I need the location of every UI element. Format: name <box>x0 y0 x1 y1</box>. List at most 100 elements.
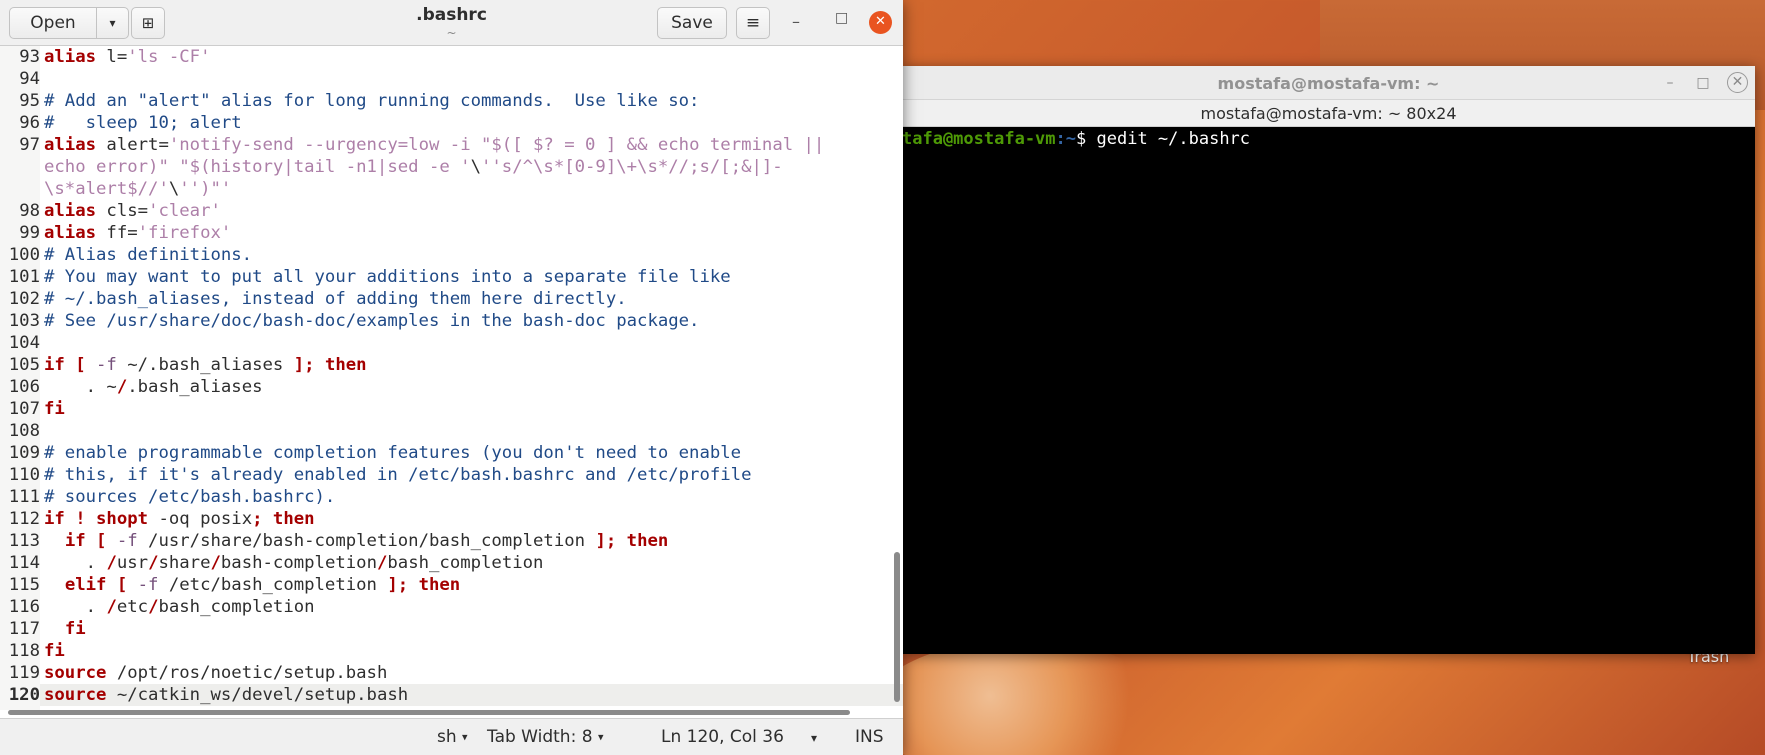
code-line[interactable]: 118 fi <box>0 640 903 662</box>
code-lines[interactable]: 93 alias l='ls -CF' 94 95 # Add an "alert" a… <box>0 46 903 706</box>
line-number: 94 <box>0 68 40 90</box>
line-code[interactable]: elif [ -f /etc/bash_completion ]; then <box>40 574 460 596</box>
line-code[interactable]: . ~/.bash_aliases <box>40 376 263 398</box>
code-line[interactable]: 104 <box>0 332 903 354</box>
gedit-headerbar[interactable]: Open ▾ ⊞ .bashrc ~ Save ≡ – □ ✕ <box>0 0 903 46</box>
line-number: 100 <box>0 244 40 266</box>
text-editor-area[interactable]: 93 alias l='ls -CF' 94 95 # Add an "alert" a… <box>0 46 903 710</box>
terminal-maximize-icon[interactable]: □ <box>1692 72 1714 94</box>
terminal-size-label: mostafa@mostafa-vm: ~ 80x24 <box>902 100 1755 127</box>
minimize-icon[interactable]: – <box>792 12 800 31</box>
code-line[interactable]: 112 if ! shopt -oq posix; then <box>0 508 903 530</box>
code-line[interactable]: 103 # See /usr/share/doc/bash-doc/example… <box>0 310 903 332</box>
language-selector[interactable]: sh ▾ <box>437 727 468 747</box>
line-number: 96 <box>0 112 40 134</box>
line-code[interactable]: # Add an "alert" alias for long running … <box>40 90 699 112</box>
chevron-down-icon: ▾ <box>597 730 604 744</box>
line-number: 118 <box>0 640 40 662</box>
line-code[interactable]: alias alert='notify-send --urgency=low -… <box>40 134 824 156</box>
tab-width-selector[interactable]: Tab Width: 8 ▾ <box>487 727 603 747</box>
save-button[interactable]: Save <box>657 7 727 39</box>
line-number: 101 <box>0 266 40 288</box>
code-line[interactable]: 94 <box>0 68 903 90</box>
line-code[interactable]: if [ -f /usr/share/bash-completion/bash_… <box>40 530 668 552</box>
code-line[interactable]: 98 alias cls='clear' <box>0 200 903 222</box>
line-code[interactable]: # ~/.bash_aliases, instead of adding the… <box>40 288 627 310</box>
code-line[interactable]: 96 # sleep 10; alert <box>0 112 903 134</box>
line-number: 103 <box>0 310 40 332</box>
line-code[interactable]: if ! shopt -oq posix; then <box>40 508 315 530</box>
code-line[interactable]: 117 fi <box>0 618 903 640</box>
line-number: 117 <box>0 618 40 640</box>
code-line[interactable]: 119 source /opt/ros/noetic/setup.bash <box>0 662 903 684</box>
line-code[interactable]: source ~/catkin_ws/devel/setup.bash <box>40 684 408 706</box>
terminal-output[interactable]: tafa@mostafa-vm:~$ gedit ~/.bashrc <box>902 127 1755 149</box>
code-line[interactable]: 99 alias ff='firefox' <box>0 222 903 244</box>
code-line[interactable]: 108 <box>0 420 903 442</box>
code-line[interactable]: 109 # enable programmable completion feat… <box>0 442 903 464</box>
line-number: 105 <box>0 354 40 376</box>
horizontal-scrollbar[interactable] <box>8 710 850 715</box>
code-line[interactable]: 105 if [ -f ~/.bash_aliases ]; then <box>0 354 903 376</box>
line-code[interactable]: alias ff='firefox' <box>40 222 231 244</box>
code-line[interactable]: 111 # sources /etc/bash.bashrc). <box>0 486 903 508</box>
terminal-close-icon[interactable]: ✕ <box>1727 72 1748 93</box>
line-code[interactable]: fi <box>40 618 86 640</box>
line-code[interactable]: alias cls='clear' <box>40 200 221 222</box>
code-line[interactable]: 106 . ~/.bash_aliases <box>0 376 903 398</box>
line-code[interactable]: # You may want to put all your additions… <box>40 266 731 288</box>
code-line[interactable]: 113 if [ -f /usr/share/bash-completion/b… <box>0 530 903 552</box>
line-code[interactable]: . /etc/bash_completion <box>40 596 315 618</box>
status-bar: sh ▾ Tab Width: 8 ▾ Ln 120, Col 36 ▾ INS <box>0 718 903 755</box>
line-number: 112 <box>0 508 40 530</box>
tab-width-label: Tab Width: 8 <box>487 727 593 747</box>
line-code[interactable]: # Alias definitions. <box>40 244 252 266</box>
terminal-window[interactable]: mostafa@mostafa-vm: ~ – □ ✕ mostafa@most… <box>902 66 1755 654</box>
line-code[interactable]: if [ -f ~/.bash_aliases ]; then <box>40 354 367 376</box>
code-line[interactable]: 110 # this, if it's already enabled in /e… <box>0 464 903 486</box>
line-code[interactable]: # sleep 10; alert <box>40 112 242 134</box>
line-code[interactable]: \s*alert$//'\'')"' <box>40 178 231 200</box>
line-code[interactable]: source /opt/ros/noetic/setup.bash <box>40 662 387 684</box>
cursor-position[interactable]: Ln 120, Col 36 <box>661 727 784 747</box>
line-code[interactable]: alias l='ls -CF' <box>40 46 210 68</box>
line-code[interactable]: fi <box>40 640 65 662</box>
line-code[interactable]: # this, if it's already enabled in /etc/… <box>40 464 752 486</box>
line-number: 115 <box>0 574 40 596</box>
close-icon[interactable]: ✕ <box>869 11 892 34</box>
line-code[interactable]: echo error)" "$(history|tail -n1|sed -e … <box>40 156 783 178</box>
line-code[interactable]: . /usr/share/bash-completion/bash_comple… <box>40 552 544 574</box>
terminal-title: mostafa@mostafa-vm: ~ <box>1217 74 1440 93</box>
gedit-window[interactable]: Open ▾ ⊞ .bashrc ~ Save ≡ – □ ✕ 93 alias … <box>0 0 903 755</box>
language-label: sh <box>437 727 457 747</box>
code-line[interactable]: 100 # Alias definitions. <box>0 244 903 266</box>
code-line[interactable]: echo error)" "$(history|tail -n1|sed -e … <box>0 156 903 178</box>
code-line[interactable]: 102 # ~/.bash_aliases, instead of adding … <box>0 288 903 310</box>
line-code[interactable]: # enable programmable completion feature… <box>40 442 741 464</box>
vertical-scrollbar[interactable] <box>894 552 900 702</box>
line-code[interactable]: # sources /etc/bash.bashrc). <box>40 486 335 508</box>
hamburger-menu-icon[interactable]: ≡ <box>736 7 770 39</box>
terminal-titlebar[interactable]: mostafa@mostafa-vm: ~ – □ ✕ <box>902 66 1755 100</box>
line-number: 98 <box>0 200 40 222</box>
code-line[interactable]: 115 elif [ -f /etc/bash_completion ]; th… <box>0 574 903 596</box>
line-code[interactable]: fi <box>40 398 65 420</box>
code-line[interactable]: 95 # Add an "alert" alias for long runnin… <box>0 90 903 112</box>
line-number: 104 <box>0 332 40 354</box>
line-number: 99 <box>0 222 40 244</box>
code-line[interactable]: 101 # You may want to put all your additi… <box>0 266 903 288</box>
code-line[interactable]: 107 fi <box>0 398 903 420</box>
code-line[interactable]: 97 alias alert='notify-send --urgency=low… <box>0 134 903 156</box>
code-line[interactable]: \s*alert$//'\'')"' <box>0 178 903 200</box>
code-line[interactable]: 116 . /etc/bash_completion <box>0 596 903 618</box>
maximize-icon[interactable]: □ <box>835 10 848 26</box>
terminal-minimize-icon[interactable]: – <box>1659 72 1681 94</box>
line-code[interactable]: # See /usr/share/doc/bash-doc/examples i… <box>40 310 699 332</box>
terminal-prompt-user: tafa@mostafa-vm <box>902 129 1056 149</box>
line-number: 97 <box>0 134 40 156</box>
code-line[interactable]: 114 . /usr/share/bash-completion/bash_co… <box>0 552 903 574</box>
line-number: 93 <box>0 46 40 68</box>
chevron-down-icon[interactable]: ▾ <box>811 731 817 745</box>
code-line[interactable]: 93 alias l='ls -CF' <box>0 46 903 68</box>
code-line[interactable]: 120 source ~/catkin_ws/devel/setup.bash <box>0 684 903 706</box>
